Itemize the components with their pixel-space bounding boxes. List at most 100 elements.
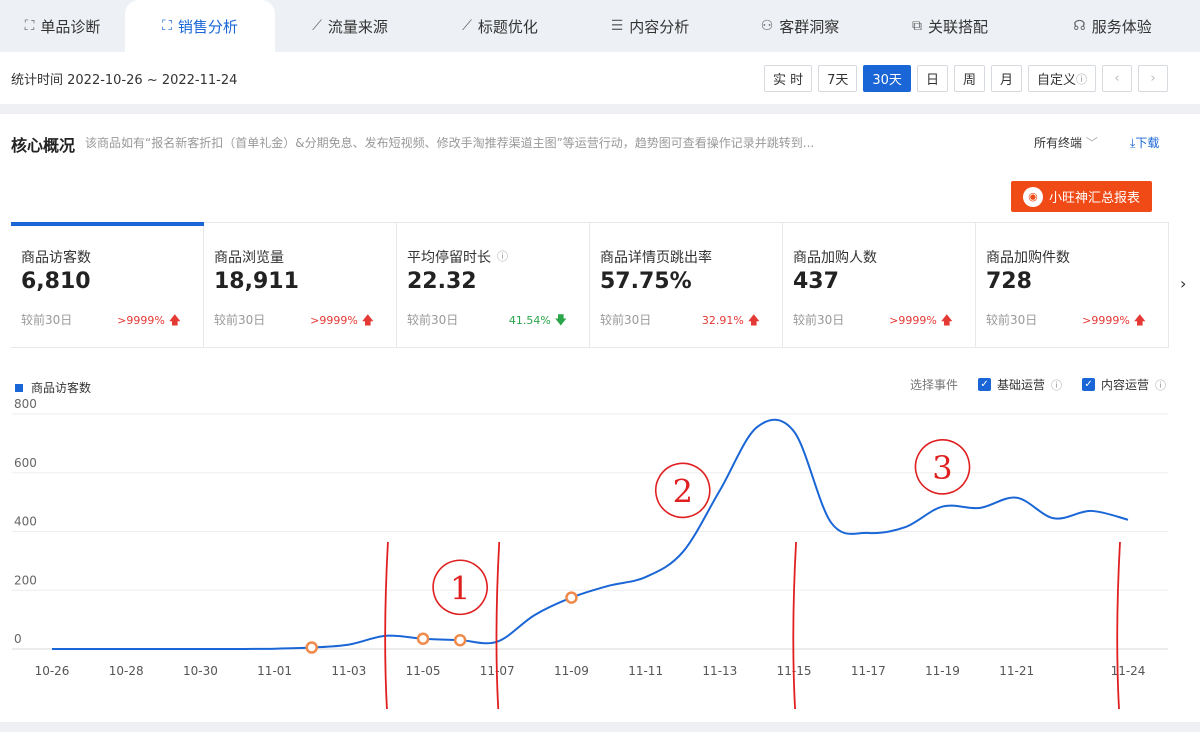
help-icon[interactable]: ⓘ [1051, 377, 1062, 393]
y-tick-label: 0 [14, 632, 22, 646]
metric-change: 41.54% 🡇 [509, 311, 567, 332]
annotation-line [1116, 541, 1121, 710]
help-icon[interactable]: ⓘ [1155, 377, 1166, 393]
mascot-icon: ◉ [1022, 186, 1043, 207]
range-button-5[interactable]: 周 [953, 65, 985, 92]
metric-card[interactable]: 商品访客数 6,810 较前30日 >9999% 🡅 [11, 222, 204, 348]
metric-compare-label: 较前30日 [986, 313, 1038, 327]
content-ops-checkbox[interactable]: ✓ [1082, 378, 1096, 391]
tab-1[interactable]: ⛶ 单品诊断 [0, 0, 125, 52]
report-button-label: 小旺神汇总报表 [1048, 191, 1140, 206]
arrow-down-icon: 🡇 [550, 313, 567, 327]
metric-value: 18,911 [214, 269, 299, 294]
metric-label: 商品浏览量 [214, 250, 284, 266]
range-buttons: 实 时 7天 30天日周月自定义 ⓘ ‹ › [763, 65, 1168, 92]
help-icon: ⓘ [1076, 72, 1087, 86]
metric-change-value: 32.91% [701, 314, 744, 327]
metric-change-value: >9999% [310, 314, 358, 327]
metric-label: 平均停留时长 [407, 250, 491, 266]
x-tick-label: 11-01 [257, 664, 292, 678]
analysis-tabs: ⛶ 单品诊断 ⛶ 销售分析 ⟋ 流量来源 ⟋ 标题优化 ☰ 内容分析 ⚇ 客群洞察 ⧉ 关联搭配 ☊ 服务体验 [0, 0, 1200, 52]
metric-value: 437 [793, 269, 839, 294]
metric-label: 商品加购件数 [986, 250, 1070, 266]
range-button-4[interactable]: 日 [916, 65, 948, 92]
x-tick-label: 10-26 [35, 664, 70, 678]
x-tick-label: 11-24 [1111, 664, 1146, 678]
arrow-up-icon: 🡅 [164, 313, 181, 327]
range-button-label: 7天 [827, 73, 849, 88]
metric-card[interactable]: 商品浏览量 18,911 较前30日 >9999% 🡅 [204, 223, 397, 348]
event-marker [453, 633, 467, 647]
chevron-right-icon[interactable]: › [1138, 65, 1168, 92]
range-button-label: 周 [962, 73, 976, 88]
tab-label: 客群洞察 [779, 17, 840, 36]
chevron-down-icon: ﹀ [1085, 136, 1098, 150]
metric-compare-label: 较前30日 [21, 313, 73, 327]
bottom-divider [0, 722, 1200, 732]
tab-8[interactable]: ☊ 服务体验 [1025, 0, 1200, 52]
terminal-select[interactable]: 所有终端 ﹀ [1034, 134, 1098, 151]
report-button[interactable]: ◉ 小旺神汇总报表 [1011, 181, 1152, 212]
metric-change-value: >9999% [889, 314, 937, 327]
annotation-line [384, 541, 389, 710]
tab-3[interactable]: ⟋ 流量来源 [275, 0, 425, 52]
arrow-up-icon: 🡅 [743, 313, 760, 327]
basic-ops-checkbox[interactable]: ✓ [978, 378, 992, 391]
metric-value: 728 [986, 269, 1032, 294]
download-link[interactable]: ⤓下载 [1130, 134, 1159, 151]
metric-change-value: 41.54% [508, 314, 551, 327]
metric-label: 商品详情页跳出率 [600, 250, 712, 266]
range-button-label: 日 [925, 73, 939, 88]
arrow-up-icon: 🡅 [936, 313, 953, 327]
headset-icon: ☊ [1073, 18, 1086, 34]
content-ops-label: 内容运营 [1101, 378, 1150, 392]
tab-6[interactable]: ⚇ 客群洞察 [725, 0, 875, 52]
metric-value: 57.75% [600, 269, 692, 294]
metric-label: 商品访客数 [21, 250, 91, 266]
range-button-1[interactable]: 实 时 [763, 65, 813, 92]
x-tick-label: 11-11 [628, 664, 663, 678]
tab-label: 销售分析 [177, 17, 238, 36]
tab-4[interactable]: ⟋ 标题优化 [425, 0, 575, 52]
tab-7[interactable]: ⧉ 关联搭配 [875, 0, 1025, 52]
range-button-label: 实 时 [772, 73, 804, 88]
chevron-right-icon[interactable]: › [1180, 274, 1186, 293]
metric-compare-label: 较前30日 [214, 313, 266, 327]
event-marker [565, 591, 578, 604]
range-button-2[interactable]: 7天 [818, 65, 858, 92]
y-tick-label: 200 [14, 573, 37, 587]
visitor-trend-chart: 020040060080010-26 10-28 10-30 11-01 11-03 11… [12, 397, 1168, 710]
range-button-7[interactable]: 自定义 ⓘ [1027, 65, 1096, 92]
metric-compare-label: 较前30日 [793, 313, 845, 327]
period-bar: 统计时间 2022-10-26 ~ 2022-11-24 实 时 7天 30天 日 周 月… [0, 52, 1200, 104]
help-icon[interactable]: ⓘ [497, 248, 508, 264]
metric-change: >9999% 🡅 [310, 311, 374, 332]
metric-value: 22.32 [407, 269, 477, 294]
period-text: 统计时间 2022-10-26 ~ 2022-11-24 [11, 73, 238, 88]
metric-compare-label: 较前30日 [600, 313, 652, 327]
document-icon: ☰ [610, 18, 624, 34]
arrow-up-icon: 🡅 [357, 313, 374, 327]
range-button-label: 30天 [872, 73, 902, 88]
chevron-left-icon[interactable]: ‹ [1102, 65, 1132, 92]
range-button-3[interactable]: 30天 [863, 65, 911, 92]
range-button-6[interactable]: 月 [990, 65, 1022, 92]
metric-card[interactable]: 商品加购件数 728 较前30日 >9999% 🡅 [976, 223, 1169, 348]
metric-card[interactable]: 商品详情页跳出率 57.75% 较前30日 32.91% 🡅 [590, 223, 783, 348]
tab-5[interactable]: ☰ 内容分析 [575, 0, 725, 52]
metric-change: >9999% 🡅 [117, 311, 181, 332]
x-tick-label: 11-05 [406, 664, 441, 678]
metric-change-value: >9999% [117, 314, 165, 327]
x-tick-label: 11-03 [331, 664, 366, 678]
tab-label: 服务体验 [1091, 17, 1152, 36]
y-tick-label: 800 [14, 397, 37, 411]
annotation-line [495, 541, 501, 710]
metric-card[interactable]: 商品加购人数 437 较前30日 >9999% 🡅 [783, 223, 976, 348]
range-button-label: 自定义 [1036, 73, 1076, 88]
people-icon: ⚇ [760, 18, 774, 34]
metric-change: >9999% 🡅 [889, 311, 953, 332]
metric-card[interactable]: 平均停留时长 22.32 较前30日 ⓘ 41.54% 🡇 [397, 223, 590, 348]
x-tick-label: 10-30 [183, 664, 218, 678]
download-label: 下载 [1135, 136, 1160, 150]
tab-2[interactable]: ⛶ 销售分析 [125, 0, 275, 52]
